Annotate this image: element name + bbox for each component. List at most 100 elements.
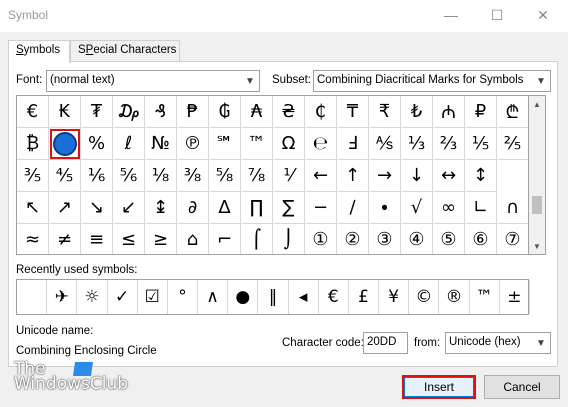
symbol-cell[interactable]: ₿ (17, 128, 49, 160)
symbol-cell[interactable]: ⅜ (177, 160, 209, 192)
symbol-cell[interactable]: ↑ (337, 160, 369, 192)
symbol-cell[interactable]: ⅖ (497, 128, 528, 160)
recent-symbol-cell[interactable]: ☑ (138, 280, 168, 314)
subset-select[interactable]: Combining Diacritical Marks for Symbols … (313, 70, 551, 92)
symbol-cell[interactable]: ₵ (305, 96, 337, 128)
symbol-cell[interactable]: ↨ (145, 192, 177, 224)
recent-symbol-cell[interactable]: ® (439, 280, 470, 314)
symbol-cell-selected[interactable] (49, 128, 81, 160)
symbol-cell[interactable]: √ (401, 192, 433, 224)
symbol-cell[interactable]: ₰ (145, 96, 177, 128)
symbol-cell[interactable]: ⑤ (433, 224, 465, 254)
symbol-cell[interactable]: ∕ (337, 192, 369, 224)
recent-symbol-cell[interactable]: ◂ (289, 280, 319, 314)
symbol-cell[interactable]: ≈ (17, 224, 49, 254)
symbol-cell[interactable]: ₺ (401, 96, 433, 128)
symbol-cell[interactable]: ⅛ (145, 160, 177, 192)
recent-symbol-cell[interactable]: € (319, 280, 349, 314)
recent-symbol-cell[interactable]: ☼ (77, 280, 108, 314)
symbol-cell[interactable]: ₳ (241, 96, 273, 128)
scroll-down-icon[interactable]: ▼ (529, 238, 545, 254)
symbol-cell[interactable]: ₼ (433, 96, 465, 128)
recent-symbol-cell[interactable]: ¥ (379, 280, 410, 314)
symbol-cell[interactable]: ∆ (209, 192, 241, 224)
tab-symbols[interactable]: Symbols (8, 40, 70, 63)
symbol-cell[interactable]: ④ (401, 224, 433, 254)
symbol-cell[interactable]: ∙ (369, 192, 401, 224)
symbol-cell[interactable]: ↔ (433, 160, 465, 192)
recent-symbol-cell[interactable]: ✈ (47, 280, 78, 314)
symbol-cell[interactable]: ③ (369, 224, 401, 254)
symbol-cell[interactable]: ↓ (401, 160, 433, 192)
symbol-cell[interactable]: ₾ (497, 96, 528, 128)
scroll-up-icon[interactable]: ▲ (529, 96, 545, 112)
symbol-cell[interactable]: ₱ (177, 96, 209, 128)
symbol-cell[interactable]: ₯ (113, 96, 145, 128)
symbol-cell[interactable]: ↖ (17, 192, 49, 224)
symbol-cell[interactable]: ⅚ (113, 160, 145, 192)
from-select[interactable]: Unicode (hex) ▼ (445, 332, 551, 354)
symbol-cell[interactable]: ≠ (49, 224, 81, 254)
symbol-cell[interactable]: ⅙ (81, 160, 113, 192)
symbol-cell[interactable]: ℓ (113, 128, 145, 160)
recent-symbol-cell[interactable]: ‖ (258, 280, 289, 314)
symbol-cell[interactable]: ⅘ (49, 160, 81, 192)
recent-symbol-cell[interactable]: ∧ (198, 280, 229, 314)
symbol-cell[interactable]: ℗ (177, 128, 209, 160)
recent-symbol-cell[interactable]: ™ (470, 280, 500, 314)
symbol-cell[interactable]: % (81, 128, 113, 160)
recent-symbol-cell[interactable]: £ (349, 280, 380, 314)
symbol-cell[interactable]: ⌂ (177, 224, 209, 254)
symbol-cell[interactable]: ₸ (337, 96, 369, 128)
symbol-cell[interactable]: ∟ (465, 192, 497, 224)
symbol-cell[interactable]: ⅞ (241, 160, 273, 192)
symbol-cell[interactable]: ⅝ (209, 160, 241, 192)
symbol-cell[interactable]: ₽ (465, 96, 497, 128)
recent-symbol-cell[interactable]: ° (168, 280, 199, 314)
symbol-cell[interactable]: ™ (241, 128, 273, 160)
symbol-cell[interactable]: ① (305, 224, 337, 254)
symbol-cell[interactable]: ② (337, 224, 369, 254)
symbol-cell[interactable]: ≤ (113, 224, 145, 254)
symbol-cell[interactable]: ↗ (49, 192, 81, 224)
symbol-cell[interactable]: Ω (273, 128, 305, 160)
symbol-cell[interactable]: − (305, 192, 337, 224)
symbol-cell[interactable]: ∩ (497, 192, 528, 224)
symbol-cell[interactable]: № (145, 128, 177, 160)
character-code-input[interactable]: 20DD (363, 332, 408, 354)
symbol-cell[interactable]: ⅗ (17, 160, 49, 192)
symbol-cell[interactable]: ₮ (81, 96, 113, 128)
symbol-cell[interactable]: ⌐ (209, 224, 241, 254)
symbol-cell[interactable]: ⅕ (465, 128, 497, 160)
scroll-thumb[interactable] (532, 196, 542, 214)
symbol-cell[interactable]: ∂ (177, 192, 209, 224)
symbol-cell[interactable]: ℠ (209, 128, 241, 160)
symbol-cell[interactable]: ≡ (81, 224, 113, 254)
recent-symbol-cell[interactable]: © (409, 280, 440, 314)
symbol-cell[interactable]: ← (305, 160, 337, 192)
symbol-cell[interactable]: ⌠ (241, 224, 273, 254)
symbol-cell[interactable]: ⅍ (369, 128, 401, 160)
maximize-button[interactable]: ☐ (474, 0, 520, 30)
symbol-cell[interactable]: ₴ (273, 96, 305, 128)
symbol-cell[interactable]: ₲ (209, 96, 241, 128)
symbol-cell[interactable]: ₭ (49, 96, 81, 128)
symbol-cell[interactable]: ⑦ (497, 224, 528, 254)
symbol-cell[interactable]: ∞ (433, 192, 465, 224)
symbol-cell[interactable]: ⅟ (273, 160, 305, 192)
recent-symbol-cell[interactable] (17, 280, 48, 314)
insert-button[interactable]: Insert (402, 375, 476, 399)
recent-symbol-cell[interactable]: ● (228, 280, 259, 314)
close-button[interactable]: ✕ (520, 0, 566, 30)
symbol-cell[interactable]: ∏ (241, 192, 273, 224)
symbol-cell[interactable]: ⑥ (465, 224, 497, 254)
minimize-button[interactable]: — (428, 0, 474, 30)
font-select[interactable]: (normal text) ▼ (46, 70, 260, 92)
symbol-cell[interactable]: ↙ (113, 192, 145, 224)
cancel-button[interactable]: Cancel (484, 375, 560, 399)
symbol-grid-scrollbar[interactable]: ▲ ▼ (529, 95, 546, 255)
symbol-cell[interactable]: Ⅎ (337, 128, 369, 160)
symbol-cell[interactable]: € (17, 96, 49, 128)
symbol-cell[interactable]: → (369, 160, 401, 192)
recent-symbol-cell[interactable]: ✓ (108, 280, 138, 314)
